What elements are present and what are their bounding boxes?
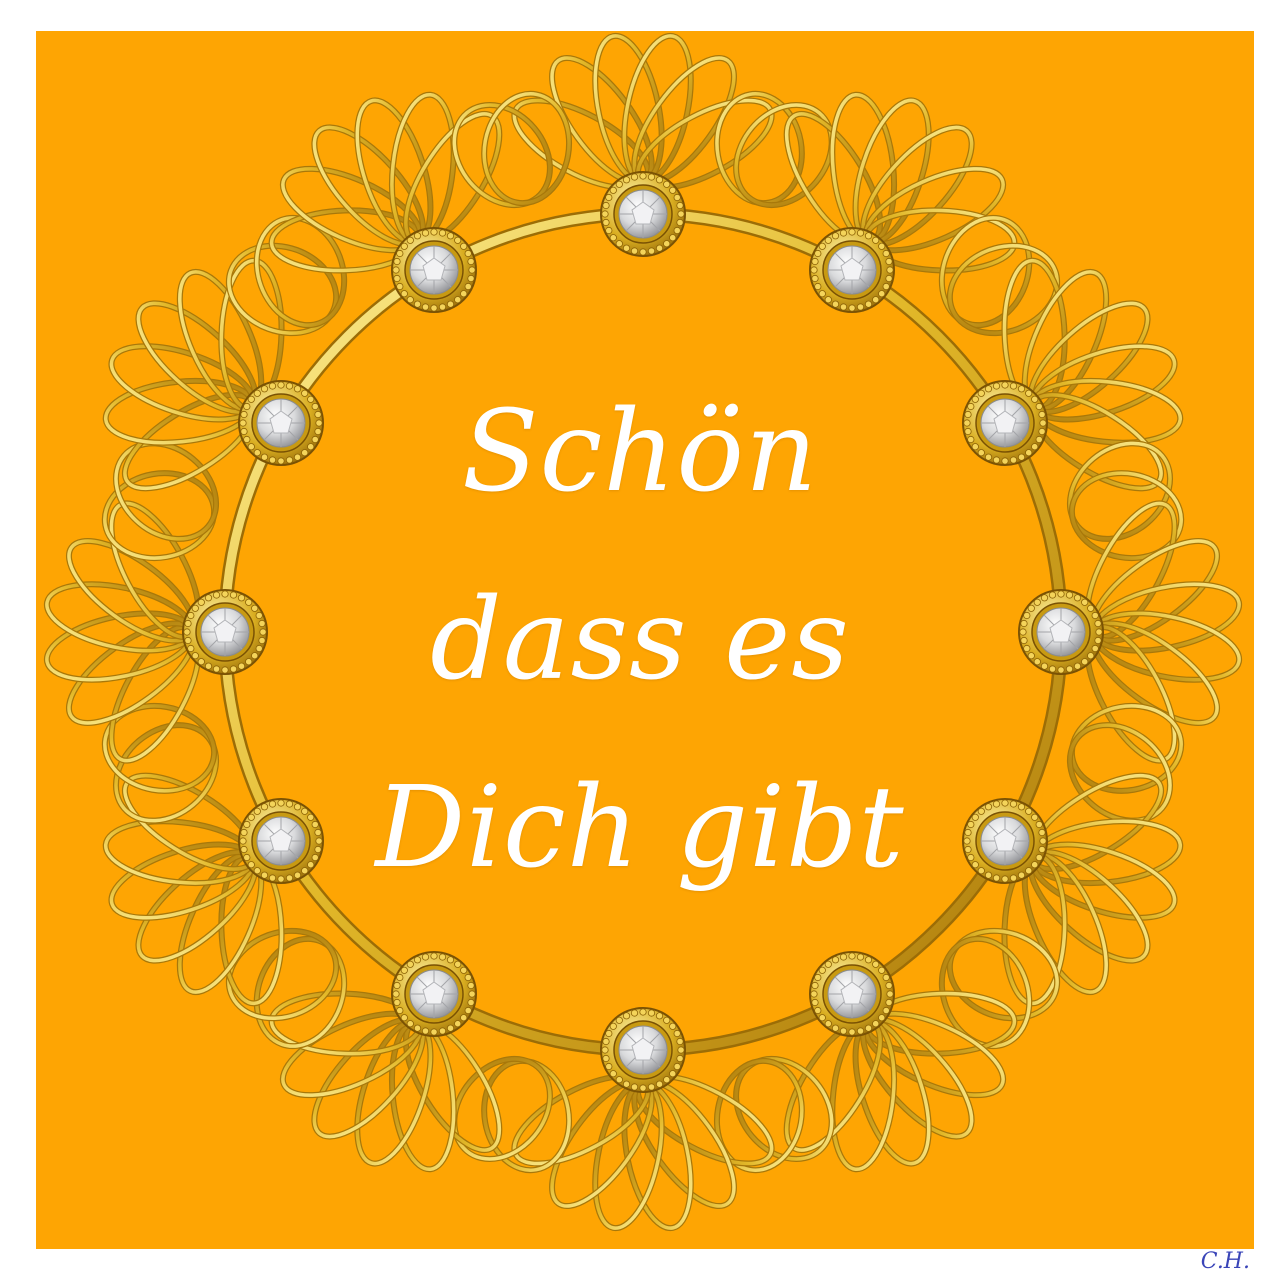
filigree-petal-group [268,91,503,274]
diamond-gem-icon [238,798,324,884]
greeting-line-2: dass es [430,575,850,705]
artist-signature: C.H. [1200,1249,1250,1274]
filigree-petal-group [1001,772,1184,1007]
greeting-line-3: Dich gibt [375,763,905,893]
filigree-petal-group [102,257,285,492]
diamond-gem-icon [238,380,324,466]
diamond-gem-icon [962,798,1048,884]
diamond-gem-icon [809,951,895,1037]
diamond-gem-icon [962,380,1048,466]
diamond-gem-icon [391,951,477,1037]
filigree-petal-group [1001,257,1184,492]
diamond-gem-icon [809,227,895,313]
greeting-text: Schön dass es Dich gibt [340,350,940,930]
greeting-line-1: Schön [461,387,819,517]
diamond-gem-icon [391,227,477,313]
diamond-gem-icon [600,1007,686,1093]
diamond-gem-icon [1018,589,1104,675]
filigree-petal-group [268,990,503,1173]
diamond-gem-icon [182,589,268,675]
filigree-petal-group [783,990,1018,1173]
filigree-petal-group [783,91,1018,274]
filigree-petal-group [102,772,285,1007]
diamond-gem-icon [600,171,686,257]
